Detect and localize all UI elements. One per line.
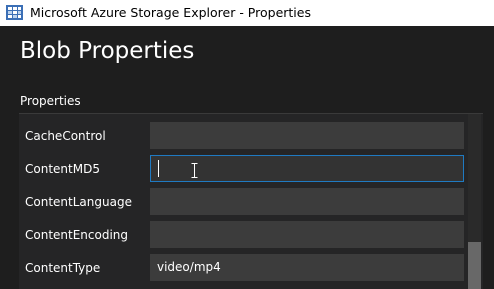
contentlanguage-field[interactable] bbox=[150, 188, 464, 215]
ibeam-cursor-icon bbox=[191, 163, 198, 178]
label-contentmd5: ContentMD5 bbox=[25, 162, 100, 176]
properties-panel: CacheControl ContentMD5 ContentLanguage … bbox=[19, 113, 483, 289]
label-contentencoding: ContentEncoding bbox=[25, 228, 129, 242]
page-title: Blob Properties bbox=[20, 38, 195, 64]
window-title: Microsoft Azure Storage Explorer - Prope… bbox=[30, 5, 311, 20]
label-cachecontrol: CacheControl bbox=[25, 129, 106, 143]
scrollbar-thumb[interactable] bbox=[468, 242, 481, 289]
contentmd5-field[interactable] bbox=[150, 155, 464, 182]
cachecontrol-field[interactable] bbox=[150, 122, 464, 149]
section-label-properties: Properties bbox=[20, 94, 81, 108]
text-caret bbox=[158, 160, 159, 177]
label-contenttype: ContentType bbox=[25, 261, 101, 275]
contentencoding-field[interactable] bbox=[150, 221, 464, 248]
label-contentlanguage: ContentLanguage bbox=[25, 195, 132, 209]
window-titlebar: Microsoft Azure Storage Explorer - Prope… bbox=[0, 0, 494, 26]
azure-storage-explorer-icon bbox=[6, 5, 23, 20]
contenttype-field[interactable]: video/mp4 bbox=[150, 254, 464, 281]
vertical-scrollbar[interactable] bbox=[468, 114, 481, 289]
